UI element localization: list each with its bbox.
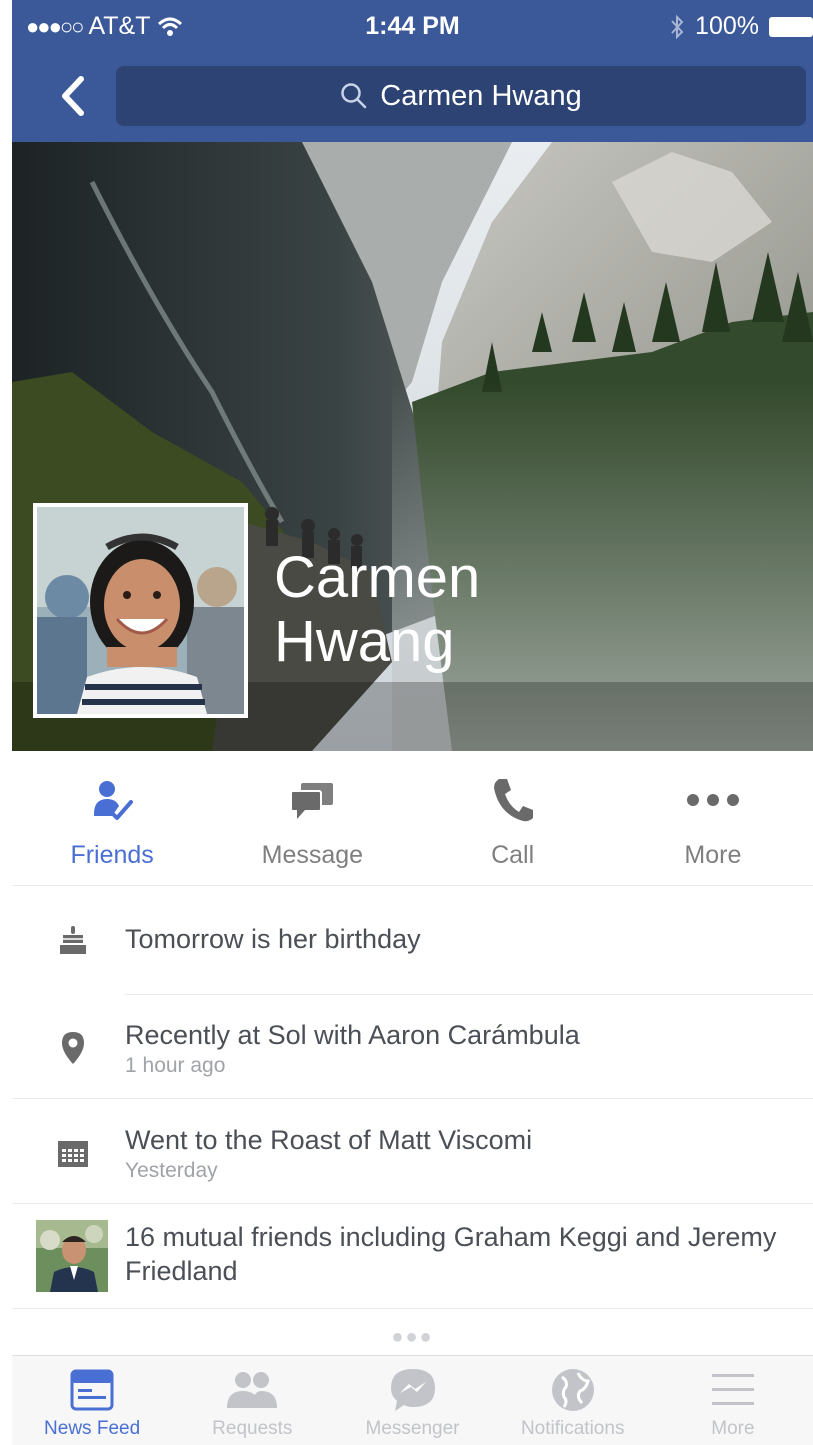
messenger-icon — [390, 1369, 435, 1411]
tab-messenger[interactable]: Messenger — [332, 1356, 492, 1445]
back-button[interactable] — [48, 68, 96, 124]
calendar-icon — [50, 1133, 96, 1173]
nav-bar: Carmen Hwang — [12, 62, 813, 128]
avatar — [37, 507, 244, 714]
more-button[interactable]: More — [613, 751, 813, 885]
event-text: Went to the Roast of Matt Viscomi — [125, 1125, 533, 1155]
globe-icon — [551, 1369, 594, 1411]
bluetooth-icon — [671, 14, 684, 39]
profile-first-name: Carmen — [274, 545, 481, 610]
battery-icon — [769, 16, 813, 37]
friends-check-icon — [94, 781, 134, 820]
chevron-left-icon — [62, 76, 84, 116]
profile-picture[interactable] — [33, 503, 248, 718]
more-label: More — [684, 841, 742, 869]
location-text: Recently at Sol with Aaron Carámbula — [125, 1020, 580, 1050]
message-icon — [290, 783, 334, 819]
mutual-friends-text: 16 mutual friends including Graham Keggi… — [125, 1222, 777, 1286]
birthday-text: Tomorrow is her birthday — [125, 924, 421, 954]
more-indicator[interactable]: ●●● — [12, 1326, 813, 1349]
header: ●●●○○ AT&T 1:44 PM 100% Carmen Hwang — [12, 0, 813, 142]
cake-icon — [50, 920, 96, 960]
tab-news-feed[interactable]: News Feed — [12, 1356, 172, 1445]
news-feed-icon — [70, 1369, 114, 1411]
profile-actions: Friends Message Call More — [12, 751, 813, 886]
search-field[interactable]: Carmen Hwang — [116, 66, 806, 126]
status-bar: ●●●○○ AT&T 1:44 PM 100% — [12, 0, 813, 56]
search-icon — [341, 83, 367, 109]
call-button[interactable]: Call — [413, 751, 613, 885]
battery-percent: 100% — [695, 12, 759, 40]
profile-name: Carmen Hwang — [274, 546, 480, 674]
phone-icon — [493, 779, 533, 822]
location-time: 1 hour ago — [125, 1054, 226, 1077]
profile-screen: ●●●○○ AT&T 1:44 PM 100% Carmen Hwang Car… — [12, 0, 813, 1445]
message-label: Message — [261, 841, 364, 869]
list-item[interactable]: Went to the Roast of Matt Viscomi Yester… — [12, 1099, 813, 1204]
tab-notifications-label: Notifications — [520, 1418, 625, 1439]
tab-bar: News Feed Requests Messenger Notificatio… — [12, 1355, 813, 1445]
list-item[interactable]: 16 mutual friends including Graham Keggi… — [12, 1204, 813, 1309]
tab-messenger-label: Messenger — [365, 1418, 460, 1439]
tab-more[interactable]: More — [653, 1356, 813, 1445]
list-item[interactable]: Recently at Sol with Aaron Carámbula 1 h… — [12, 994, 813, 1099]
requests-icon — [227, 1372, 278, 1408]
event-time: Yesterday — [125, 1159, 218, 1182]
cover-photo[interactable]: Carmen Hwang — [12, 142, 813, 751]
profile-last-name: Hwang — [274, 609, 455, 674]
tab-news-feed-label: News Feed — [44, 1418, 141, 1439]
battery-status: 100% — [669, 12, 813, 41]
tab-more-label: More — [711, 1418, 755, 1439]
location-pin-icon — [50, 1028, 96, 1068]
call-label: Call — [491, 841, 535, 869]
profile-about-list: Tomorrow is her birthday Recently at Sol… — [12, 886, 813, 1309]
friend-photo-icon — [36, 1220, 108, 1292]
list-item[interactable]: Tomorrow is her birthday — [12, 886, 813, 995]
friends-label: Friends — [70, 841, 154, 869]
tab-requests[interactable]: Requests — [172, 1356, 332, 1445]
hamburger-icon — [711, 1374, 754, 1405]
search-query: Carmen Hwang — [380, 79, 582, 112]
tab-notifications[interactable]: Notifications — [493, 1356, 653, 1445]
tab-requests-label: Requests — [212, 1418, 293, 1439]
more-dots-icon — [686, 794, 739, 806]
message-button[interactable]: Message — [212, 751, 412, 885]
friends-button[interactable]: Friends — [12, 751, 212, 885]
